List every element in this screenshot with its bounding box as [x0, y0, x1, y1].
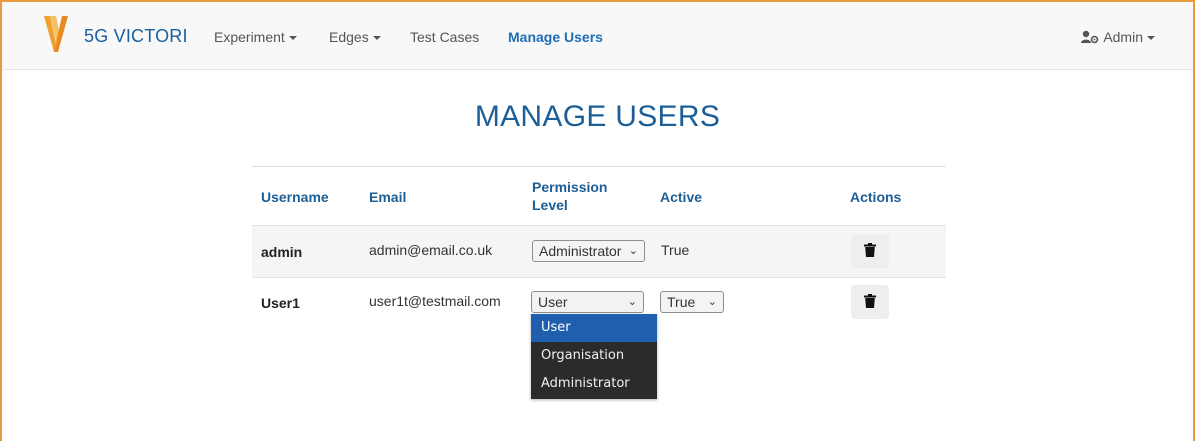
- page-title: MANAGE USERS: [474, 100, 721, 133]
- row2-permission-select[interactable]: User ⌄: [531, 291, 644, 313]
- user-cog-icon: [1081, 30, 1099, 44]
- row1-permission-select[interactable]: Administrator ⌄: [532, 240, 645, 262]
- navbar: 5G VICTORI Experiment Edges Test Cases M…: [2, 2, 1193, 70]
- trash-icon: [864, 243, 876, 257]
- nav-edges-label: Edges: [329, 29, 369, 45]
- row2-username: User1: [261, 295, 300, 311]
- header-permission-line1: Permission: [532, 179, 608, 195]
- chevron-down-icon: ⌄: [627, 296, 637, 308]
- trash-icon: [864, 294, 876, 308]
- header-username: Username: [261, 189, 329, 205]
- header-actions: Actions: [850, 189, 902, 205]
- chevron-down-icon: ⌄: [628, 245, 638, 257]
- row2-active-value: True: [667, 294, 696, 310]
- dropdown-option-user[interactable]: User: [531, 314, 657, 342]
- row1-email: admin@email.co.uk: [369, 242, 493, 258]
- header-permission-line2: Level: [532, 197, 568, 213]
- row2-email: user1t@testmail.com: [369, 293, 501, 309]
- nav-experiment[interactable]: Experiment: [214, 29, 297, 45]
- row1-username: admin: [261, 244, 303, 260]
- row1-active: True: [661, 242, 690, 258]
- row2-permission-value: User: [538, 294, 568, 310]
- row2-active-select[interactable]: True ⌄: [660, 291, 724, 313]
- header-permission-level: Permission Level: [532, 178, 607, 214]
- logo-icon: [44, 16, 68, 52]
- permission-dropdown-list: User Organisation Administrator: [531, 314, 657, 399]
- chevron-down-icon: ⌄: [707, 296, 717, 308]
- row2-delete-button[interactable]: [851, 285, 889, 319]
- caret-down-icon: [1147, 36, 1155, 41]
- header-email: Email: [369, 189, 407, 205]
- header-active: Active: [660, 189, 703, 205]
- brand-name[interactable]: 5G VICTORI: [84, 26, 188, 47]
- nav-test-cases[interactable]: Test Cases: [410, 29, 479, 45]
- caret-down-icon: [372, 36, 381, 41]
- admin-menu-label: Admin: [1103, 29, 1143, 45]
- nav-manage-users[interactable]: Manage Users: [508, 29, 603, 45]
- table-top-rule: [252, 166, 946, 167]
- nav-test-cases-label: Test Cases: [410, 29, 480, 45]
- row1-delete-button[interactable]: [851, 234, 889, 268]
- nav-experiment-label: Experiment: [214, 29, 285, 45]
- nav-edges[interactable]: Edges: [329, 29, 381, 45]
- row-divider: [252, 277, 946, 278]
- dropdown-option-organisation[interactable]: Organisation: [531, 342, 657, 370]
- caret-down-icon: [288, 36, 297, 41]
- admin-user-menu[interactable]: Admin: [1081, 29, 1155, 45]
- nav-manage-users-label: Manage Users: [508, 29, 603, 45]
- dropdown-option-administrator[interactable]: Administrator: [531, 370, 657, 398]
- row1-permission-value: Administrator: [539, 243, 622, 259]
